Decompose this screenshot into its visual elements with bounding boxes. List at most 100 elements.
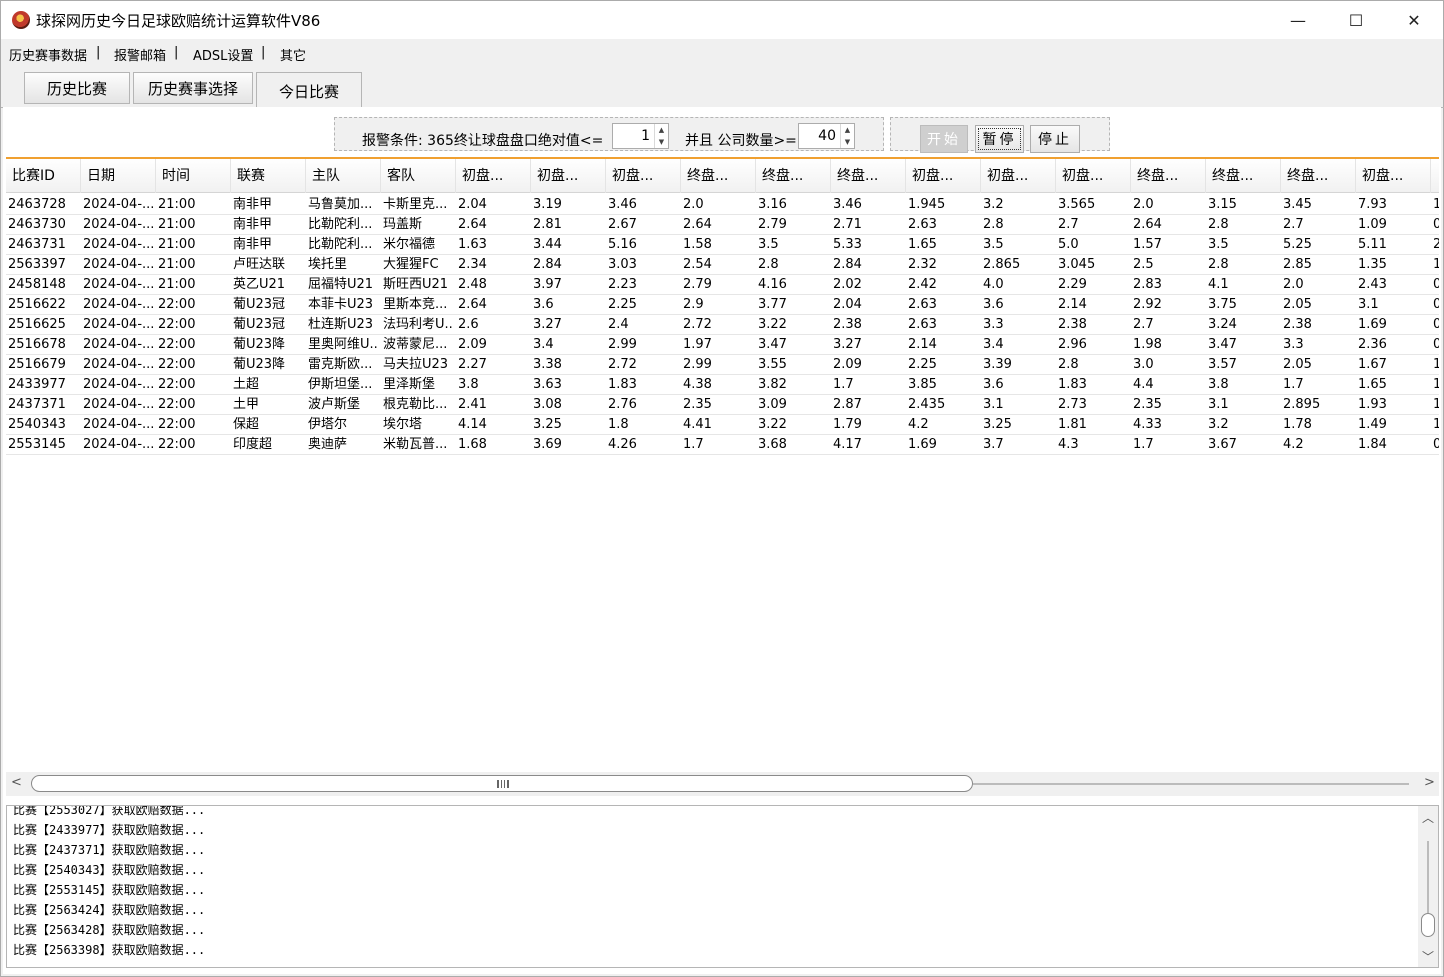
vertical-scroll-thumb[interactable] bbox=[1421, 913, 1435, 937]
table-row[interactable]: 2516625 2024-04-... 22:00 葡U23冠 杜连斯U23 法玛利考U.… bbox=[6, 315, 1439, 335]
tab-history-matches[interactable]: 历史比赛 bbox=[24, 72, 130, 104]
table-cell: 葡U23冠 bbox=[233, 317, 286, 332]
menu-alarm-email[interactable]: 报警邮箱 bbox=[114, 45, 166, 64]
table-row[interactable]: 2458148 2024-04-... 21:00 英乙U21 屈福特U21 斯旺西U21… bbox=[6, 275, 1439, 295]
table-cell: 2540343 bbox=[8, 417, 66, 432]
table-row[interactable]: 2563397 2024-04-... 21:00 卢旺达联 埃托里 大猩猩FC 2.34 2… bbox=[6, 255, 1439, 275]
table-cell: 3.045 bbox=[1058, 257, 1096, 272]
table-cell: 2.25 bbox=[608, 297, 637, 312]
scroll-right-icon[interactable]: > bbox=[1424, 775, 1435, 790]
column-header[interactable]: 终盘... bbox=[831, 159, 906, 193]
start-button[interactable]: 开始 bbox=[920, 125, 968, 153]
table-row[interactable]: 2433977 2024-04-... 22:00 土超 伊斯坦堡... 里泽斯堡 3.8 3… bbox=[6, 375, 1439, 395]
menu-adsl-settings[interactable]: ADSL设置 bbox=[193, 45, 253, 64]
table-cell: 2.865 bbox=[983, 257, 1021, 272]
vertical-scrollbar[interactable]: ︿ ﹀ bbox=[1418, 806, 1438, 967]
column-header[interactable]: 终盘... bbox=[1281, 159, 1356, 193]
column-header[interactable]: 比赛ID bbox=[6, 159, 81, 193]
table-cell: 2.35 bbox=[1133, 397, 1162, 412]
table-row[interactable]: 2516678 2024-04-... 22:00 葡U23降 里奥阿维U... 波蒂蒙尼… bbox=[6, 335, 1439, 355]
table-cell: 3.24 bbox=[1208, 317, 1237, 332]
table-cell: 1.7 bbox=[1133, 437, 1154, 452]
table-cell: 3.63 bbox=[533, 377, 562, 392]
table-cell: 马鲁莫加... bbox=[308, 197, 373, 212]
table-cell: 土超 bbox=[233, 377, 260, 392]
table-cell: 2.09 bbox=[833, 357, 862, 372]
table-cell: 2.42 bbox=[908, 277, 937, 292]
column-header[interactable]: 日期 bbox=[81, 159, 156, 193]
table-row[interactable]: 2553145 2024-04-... 22:00 印度超 奥迪萨 米勒瓦普... 1.68… bbox=[6, 435, 1439, 455]
column-header[interactable]: 初盘... bbox=[981, 159, 1056, 193]
column-header[interactable]: 客队 bbox=[381, 159, 456, 193]
minimize-button[interactable]: — bbox=[1269, 1, 1327, 39]
table-cell: 葡U23降 bbox=[233, 337, 286, 352]
horizontal-scroll-thumb[interactable] bbox=[31, 775, 973, 792]
column-header[interactable]: 初盘... bbox=[906, 159, 981, 193]
table-row[interactable]: 2463728 2024-04-... 21:00 南非甲 马鲁莫加... 卡斯里克...… bbox=[6, 195, 1439, 215]
table-cell: 2.5 bbox=[1133, 257, 1154, 272]
handicap-threshold-stepper[interactable]: 1 ▲ ▼ bbox=[612, 123, 669, 149]
column-header[interactable]: 初盘... bbox=[456, 159, 531, 193]
table-row[interactable]: 2437371 2024-04-... 22:00 土甲 波卢斯堡 根克勒比... 2.41… bbox=[6, 395, 1439, 415]
column-header[interactable]: 终盘... bbox=[756, 159, 831, 193]
horizontal-scrollbar[interactable]: < > bbox=[6, 772, 1439, 796]
table-row[interactable]: 2516622 2024-04-... 22:00 葡U23冠 本菲卡U23 里斯本竞..… bbox=[6, 295, 1439, 315]
company-count-stepper[interactable]: 40 ▲ ▼ bbox=[798, 123, 855, 149]
maximize-button[interactable]: ☐ bbox=[1327, 1, 1385, 39]
tab-strip: 历史比赛 历史赛事选择 今日比赛 bbox=[1, 65, 1443, 110]
column-header[interactable]: 时间 bbox=[156, 159, 231, 193]
table-cell: 3.67 bbox=[1208, 437, 1237, 452]
table-cell: 2516625 bbox=[8, 317, 66, 332]
column-header[interactable]: 初盘... bbox=[606, 159, 681, 193]
menu-other[interactable]: 其它 bbox=[280, 45, 306, 64]
stepper-arrows-icon[interactable]: ▲ ▼ bbox=[654, 124, 668, 148]
log-line: 比赛【2563398】获取欧赔数据... bbox=[13, 943, 206, 957]
table-cell: 2.64 bbox=[683, 217, 712, 232]
table-cell: 3.69 bbox=[533, 437, 562, 452]
table-row[interactable]: 2463730 2024-04-... 21:00 南非甲 比勒陀利... 玛盖斯 2.64… bbox=[6, 215, 1439, 235]
scroll-up-icon[interactable]: ︿ bbox=[1422, 809, 1434, 826]
table-cell: 1 bbox=[1433, 355, 1439, 375]
table-cell: 玛盖斯 bbox=[383, 217, 423, 232]
table-cell: 米尔福德 bbox=[383, 237, 436, 252]
company-count-value: 40 bbox=[818, 128, 836, 144]
table-cell: 4.17 bbox=[833, 437, 862, 452]
table-cell: 2024-04-... bbox=[83, 297, 154, 312]
column-header[interactable]: 初盘... bbox=[531, 159, 606, 193]
column-header[interactable]: 初盘... bbox=[1356, 159, 1431, 193]
table-cell: 3.1 bbox=[983, 397, 1004, 412]
column-header[interactable]: 主队 bbox=[306, 159, 381, 193]
table-row[interactable]: 2463731 2024-04-... 21:00 南非甲 比勒陀利... 米尔福德 1.6… bbox=[6, 235, 1439, 255]
stop-button[interactable]: 停止 bbox=[1030, 125, 1080, 153]
table-cell: 1.09 bbox=[1358, 217, 1387, 232]
column-header[interactable]: 联赛 bbox=[231, 159, 306, 193]
close-button[interactable]: ✕ bbox=[1385, 1, 1443, 39]
table-row[interactable]: 2540343 2024-04-... 22:00 保超 伊塔尔 埃尔塔 4.14 3.25 1… bbox=[6, 415, 1439, 435]
stepper-arrows-icon[interactable]: ▲ ▼ bbox=[840, 124, 854, 148]
table-cell: 2024-04-... bbox=[83, 237, 154, 252]
table-cell: 2.0 bbox=[1133, 197, 1154, 212]
column-header[interactable]: 初盘... bbox=[1056, 159, 1131, 193]
table-cell: 1.69 bbox=[908, 437, 937, 452]
column-header[interactable] bbox=[1431, 159, 1439, 193]
table-cell: 2.38 bbox=[833, 317, 862, 332]
menu-separator: | bbox=[96, 45, 101, 60]
column-header[interactable]: 终盘... bbox=[681, 159, 756, 193]
table-cell: 3.08 bbox=[533, 397, 562, 412]
tab-today-matches[interactable]: 今日比赛 bbox=[256, 72, 362, 110]
table-cell: 2.63 bbox=[908, 297, 937, 312]
table-cell: 3.09 bbox=[758, 397, 787, 412]
column-header[interactable]: 终盘... bbox=[1131, 159, 1206, 193]
column-header[interactable]: 终盘... bbox=[1206, 159, 1281, 193]
table-cell: 4.38 bbox=[683, 377, 712, 392]
table-cell: 波卢斯堡 bbox=[308, 397, 361, 412]
scroll-down-icon[interactable]: ﹀ bbox=[1422, 948, 1434, 965]
table-cell: 5.25 bbox=[1283, 237, 1312, 252]
menu-history-data[interactable]: 历史赛事数据 bbox=[9, 45, 87, 64]
table-row[interactable]: 2516679 2024-04-... 22:00 葡U23降 雷克斯欧... 马夫拉U2… bbox=[6, 355, 1439, 375]
table-cell: 伊塔尔 bbox=[308, 417, 348, 432]
scroll-left-icon[interactable]: < bbox=[11, 775, 22, 790]
tab-history-event-select[interactable]: 历史赛事选择 bbox=[133, 72, 253, 104]
pause-button[interactable]: 暂停 bbox=[975, 125, 1024, 153]
grip-icon bbox=[497, 780, 509, 788]
